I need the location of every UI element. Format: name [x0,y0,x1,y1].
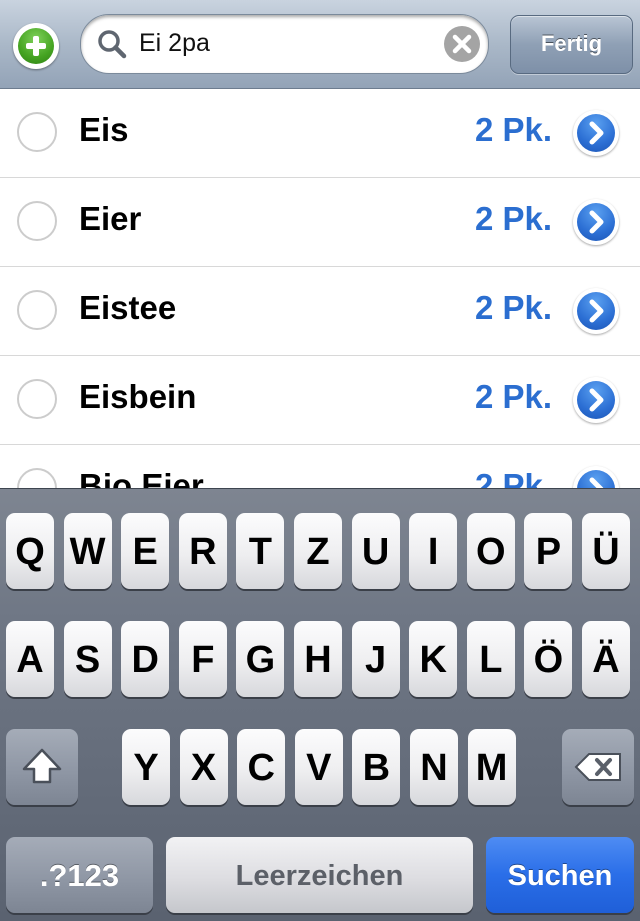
item-quantity: 2 Pk. [474,111,552,148]
check-circle-icon[interactable] [17,379,57,419]
check-circle-icon[interactable] [17,112,57,152]
detail-disclosure-button[interactable] [573,199,619,245]
disclosure-chevron-icon [589,121,604,145]
key-o[interactable]: O [466,513,515,589]
key-ü[interactable]: Ü [582,513,630,589]
list-item[interactable]: Eier 2 Pk. [0,178,640,267]
list-item[interactable]: Eisbein 2 Pk. [0,356,640,445]
search-icon [98,30,127,59]
search-bar: Ei 2pa Fertig [0,0,640,89]
shift-key[interactable] [6,729,78,805]
key-c[interactable]: C [237,729,286,805]
key-l[interactable]: L [466,621,515,697]
disclosure-chevron-icon [589,388,604,412]
key-e[interactable]: E [121,513,170,589]
disclosure-chevron-icon [589,477,604,489]
key-k[interactable]: K [409,621,458,697]
check-circle-icon[interactable] [17,201,57,241]
list-item[interactable]: Eis 2 Pk. [0,89,640,178]
item-name: Eier [79,200,142,237]
key-j[interactable]: J [351,621,400,697]
item-quantity: 2 Pk. [474,467,552,489]
item-name: Bio Eier [79,467,204,489]
key-d[interactable]: D [121,621,170,697]
key-w[interactable]: W [63,513,112,589]
key-z[interactable]: Z [294,513,342,589]
key-u[interactable]: U [351,513,400,589]
backspace-key[interactable] [562,729,634,805]
item-name: Eis [79,111,129,148]
list-item[interactable]: Bio Eier 2 Pk. [0,445,640,489]
shift-icon [22,748,62,784]
key-m[interactable]: M [467,729,516,805]
item-quantity: 2 Pk. [474,378,552,415]
clear-search-button[interactable] [444,26,480,62]
detail-disclosure-button[interactable] [573,377,619,423]
backspace-icon [574,753,621,781]
check-circle-icon[interactable] [17,468,57,489]
numbers-key[interactable]: .?123 [6,837,153,913]
key-t[interactable]: T [236,513,285,589]
disclosure-chevron-icon [589,210,604,234]
item-quantity: 2 Pk. [474,200,552,237]
suggestion-list: Eis 2 Pk. Eier 2 Pk. Eistee 2 Pk. Eisbein 2 Pk.… [0,89,640,489]
key-a[interactable]: A [6,621,54,697]
key-f[interactable]: F [178,621,227,697]
key-h[interactable]: H [294,621,342,697]
key-x[interactable]: X [179,729,228,805]
key-ö[interactable]: Ö [524,621,573,697]
key-n[interactable]: N [410,729,458,805]
space-key[interactable]: Leerzeichen [166,837,473,913]
done-button[interactable]: Fertig [510,15,633,74]
key-y[interactable]: Y [122,729,170,805]
add-icon [18,28,54,64]
list-item[interactable]: Eistee 2 Pk. [0,267,640,356]
item-quantity: 2 Pk. [474,289,552,326]
search-key[interactable]: Suchen [486,837,634,913]
add-item-button[interactable] [13,23,59,69]
key-s[interactable]: S [63,621,112,697]
key-g[interactable]: G [236,621,285,697]
key-p[interactable]: P [524,513,573,589]
key-q[interactable]: Q [6,513,54,589]
detail-disclosure-button[interactable] [573,466,619,489]
search-input[interactable]: Ei 2pa [139,29,210,58]
key-b[interactable]: B [352,729,401,805]
key-r[interactable]: R [178,513,227,589]
detail-disclosure-button[interactable] [573,110,619,156]
key-v[interactable]: V [294,729,343,805]
key-i[interactable]: I [409,513,458,589]
clear-icon [452,34,472,54]
item-name: Eistee [79,289,177,326]
keyboard: .?123 Leerzeichen Suchen QWERTZUIOPÜ ASDF… [0,488,640,921]
check-circle-icon[interactable] [17,290,57,330]
item-name: Eisbein [79,378,197,415]
search-field[interactable]: Ei 2pa [80,14,489,74]
key-ä[interactable]: Ä [582,621,630,697]
detail-disclosure-button[interactable] [573,288,619,334]
disclosure-chevron-icon [589,299,604,323]
